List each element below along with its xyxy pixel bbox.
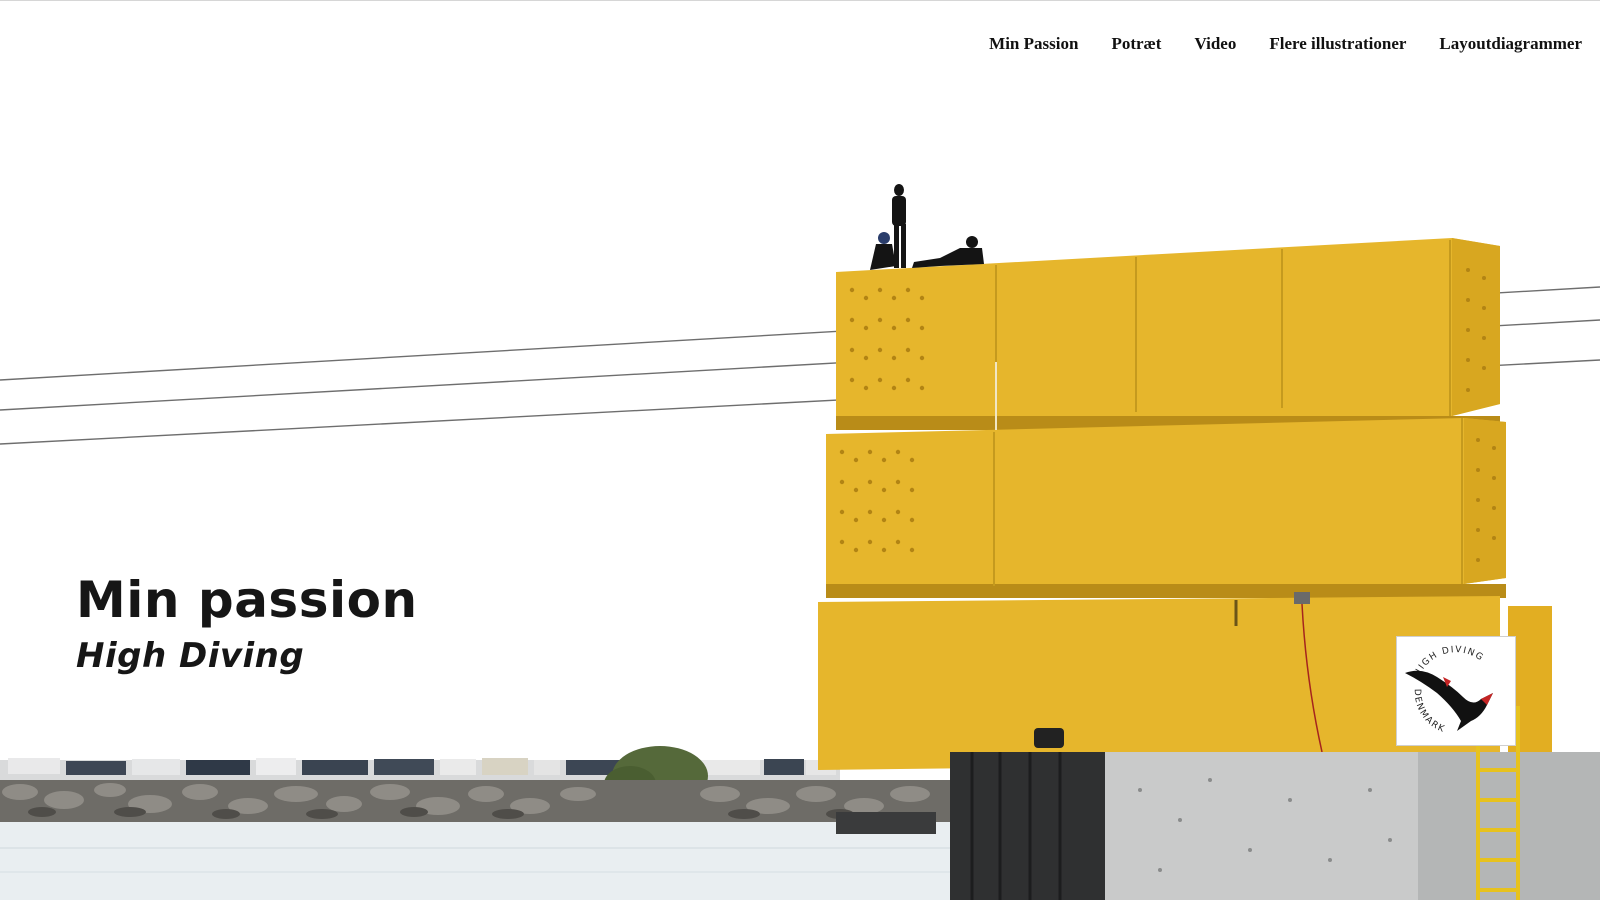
hero-image: [0, 0, 1600, 900]
nav-link-layoutdiagrammer[interactable]: Layoutdiagrammer: [1439, 34, 1582, 54]
hero-subtitle: High Diving: [76, 636, 305, 676]
high-diving-denmark-logo: HIGH DIVING DENMARK: [1396, 636, 1516, 746]
nav-link-min-passion[interactable]: Min Passion: [989, 34, 1078, 54]
hero-heading-group: Min passion High Diving: [76, 572, 418, 678]
nav-link-flere-illustrationer[interactable]: Flere illustrationer: [1269, 34, 1406, 54]
distant-houses: [0, 758, 840, 780]
nav-link-video[interactable]: Video: [1194, 34, 1236, 54]
nav-link-potraet[interactable]: Potræt: [1111, 34, 1161, 54]
hero-title: Min passion: [76, 571, 418, 629]
main-navigation: Min Passion Potræt Video Flere illustrat…: [989, 34, 1582, 54]
divers-silhouettes: [870, 184, 984, 270]
high-diving-tower-illustration: [0, 184, 1600, 900]
